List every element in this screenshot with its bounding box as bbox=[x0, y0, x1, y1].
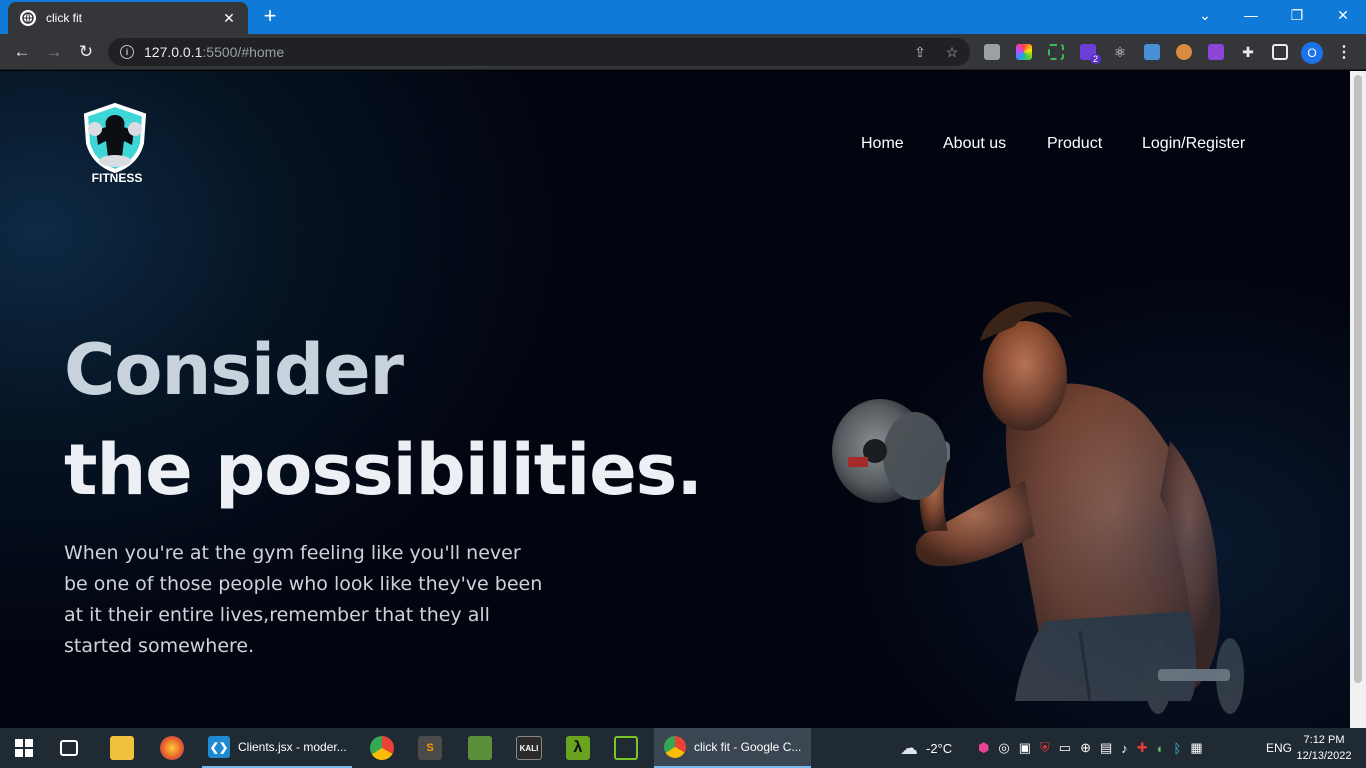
windows-start-icon[interactable] bbox=[12, 736, 36, 760]
notepad-plus-icon[interactable] bbox=[468, 736, 492, 760]
nav-about-us[interactable]: About us bbox=[943, 135, 1006, 153]
tray-display-icon[interactable]: ▤ bbox=[1100, 740, 1112, 756]
restore-button[interactable]: ❐ bbox=[1274, 0, 1320, 30]
puzzle-purple-icon[interactable] bbox=[1208, 44, 1224, 60]
url-text: 127.0.0.1:5500/#home bbox=[144, 44, 285, 60]
profile-avatar[interactable]: O bbox=[1301, 42, 1323, 64]
browser-tab[interactable]: click fit ✕ bbox=[8, 2, 248, 34]
tray-headset-icon[interactable]: ◎ bbox=[998, 740, 1009, 756]
crop-tool-icon[interactable] bbox=[614, 736, 638, 760]
vscode-icon: ❮❯ bbox=[208, 736, 230, 758]
tray-app-icon[interactable]: ⬢ bbox=[978, 740, 989, 756]
tab-search-icon[interactable]: ⌄ bbox=[1182, 0, 1228, 30]
keyboard-icon[interactable]: ▦ bbox=[1190, 740, 1202, 756]
volume-icon[interactable]: ♪ bbox=[1121, 741, 1128, 756]
scrollbar-thumb[interactable] bbox=[1354, 75, 1362, 683]
screenshot-extension-icon[interactable] bbox=[1048, 44, 1064, 60]
browser-tab-bar: click fit ✕ + ⌄ — ❐ ✕ bbox=[0, 0, 1366, 34]
extension-badge: 2 bbox=[1090, 54, 1102, 64]
chrome-window-icon bbox=[664, 736, 686, 758]
camera-extension-icon[interactable] bbox=[984, 44, 1000, 60]
react-devtools-icon[interactable]: ⚛ bbox=[1112, 44, 1128, 60]
share-icon[interactable]: ⇪ bbox=[912, 44, 928, 60]
windows-taskbar: ❮❯ Clients.jsx - moder... S KALI λ click… bbox=[0, 728, 1366, 768]
fitness-club-logo[interactable]: FITNESS bbox=[80, 101, 150, 189]
window-close-button[interactable]: ✕ bbox=[1320, 0, 1366, 30]
weather-widget[interactable]: ☁ -2°C bbox=[900, 728, 952, 768]
logo-text: FITNESS bbox=[91, 171, 143, 185]
taskbar-app-vscode[interactable]: ❮❯ Clients.jsx - moder... bbox=[202, 728, 352, 768]
cloud-icon: ☁ bbox=[900, 737, 918, 758]
sublime-text-icon[interactable]: S bbox=[418, 736, 442, 760]
task-view-icon[interactable] bbox=[60, 740, 78, 756]
lambda-icon[interactable]: λ bbox=[566, 736, 590, 760]
bookmark-star-icon[interactable]: ☆ bbox=[944, 44, 960, 60]
reload-button[interactable]: ↻ bbox=[74, 40, 98, 64]
hero-title-line1: Consider bbox=[64, 329, 404, 411]
page-scrollbar[interactable] bbox=[1350, 71, 1366, 728]
nav-home[interactable]: Home bbox=[861, 135, 904, 153]
bluetooth-icon[interactable]: ᛒ bbox=[1174, 741, 1182, 756]
tray-shield-icon[interactable]: ⛨ bbox=[1040, 740, 1050, 756]
color-extension-icon[interactable] bbox=[1016, 44, 1032, 60]
tab-title: click fit bbox=[46, 11, 82, 25]
hero-title-line2: the possibilities. bbox=[64, 429, 703, 511]
tray-battery-icon[interactable]: ▭ bbox=[1059, 740, 1071, 756]
taskbar-app-chrome[interactable]: click fit - Google C... bbox=[654, 728, 811, 768]
nav-login-register[interactable]: Login/Register bbox=[1142, 135, 1245, 153]
taskbar-app-label: Clients.jsx - moder... bbox=[238, 740, 347, 754]
language-indicator[interactable]: ENG bbox=[1266, 728, 1292, 768]
kali-icon[interactable]: KALI bbox=[516, 736, 542, 760]
system-tray-icons: ⬢ ◎ ▣ ⛨ ▭ ⊕ ▤ ♪ ✚ ◐ ᛒ ▦ bbox=[978, 728, 1203, 768]
athlete-image bbox=[832, 301, 1244, 714]
address-bar[interactable]: i 127.0.0.1:5500/#home ⇪ ☆ bbox=[108, 38, 970, 66]
minimize-button[interactable]: — bbox=[1228, 0, 1274, 30]
hero-description: When you're at the gym feeling like you'… bbox=[64, 542, 543, 657]
clock-date: 12/13/2022 bbox=[1296, 750, 1352, 762]
tray-network-icon[interactable]: ⊕ bbox=[1080, 740, 1091, 756]
tray-security-icon[interactable]: ✚ bbox=[1137, 740, 1148, 756]
chrome-icon[interactable] bbox=[370, 736, 394, 760]
tab-close-icon[interactable]: ✕ bbox=[220, 10, 238, 27]
browser-toolbar: ← → ↻ i 127.0.0.1:5500/#home ⇪ ☆ 2 ⚛ ✚ bbox=[0, 34, 1366, 70]
globe-icon bbox=[20, 10, 36, 26]
side-panel-icon[interactable] bbox=[1272, 44, 1288, 60]
weather-temp: -2°C bbox=[926, 740, 953, 756]
firefox-icon[interactable] bbox=[160, 736, 184, 760]
tray-webcam-icon[interactable]: ▣ bbox=[1019, 740, 1031, 756]
web-page: FITNESS Home About us Product Login/Regi… bbox=[0, 71, 1350, 728]
forward-button[interactable]: → bbox=[42, 40, 66, 64]
cookie-extension-icon[interactable] bbox=[1176, 44, 1192, 60]
file-explorer-icon[interactable] bbox=[110, 736, 134, 760]
clock[interactable]: 7:12 PM 12/13/2022 bbox=[1296, 732, 1352, 764]
back-button[interactable]: ← bbox=[10, 40, 34, 64]
site-info-icon[interactable]: i bbox=[120, 45, 134, 59]
translate-extension-icon[interactable] bbox=[1144, 44, 1160, 60]
taskbar-app-label: click fit - Google C... bbox=[694, 740, 802, 754]
clock-time: 7:12 PM bbox=[1303, 734, 1345, 746]
extensions-puzzle-icon[interactable]: ✚ bbox=[1240, 44, 1256, 60]
new-tab-button[interactable]: + bbox=[258, 5, 282, 29]
tray-sync-icon[interactable]: ◐ bbox=[1157, 741, 1165, 756]
nav-product[interactable]: Product bbox=[1047, 135, 1102, 153]
more-menu-icon[interactable]: ⋮ bbox=[1336, 42, 1352, 62]
